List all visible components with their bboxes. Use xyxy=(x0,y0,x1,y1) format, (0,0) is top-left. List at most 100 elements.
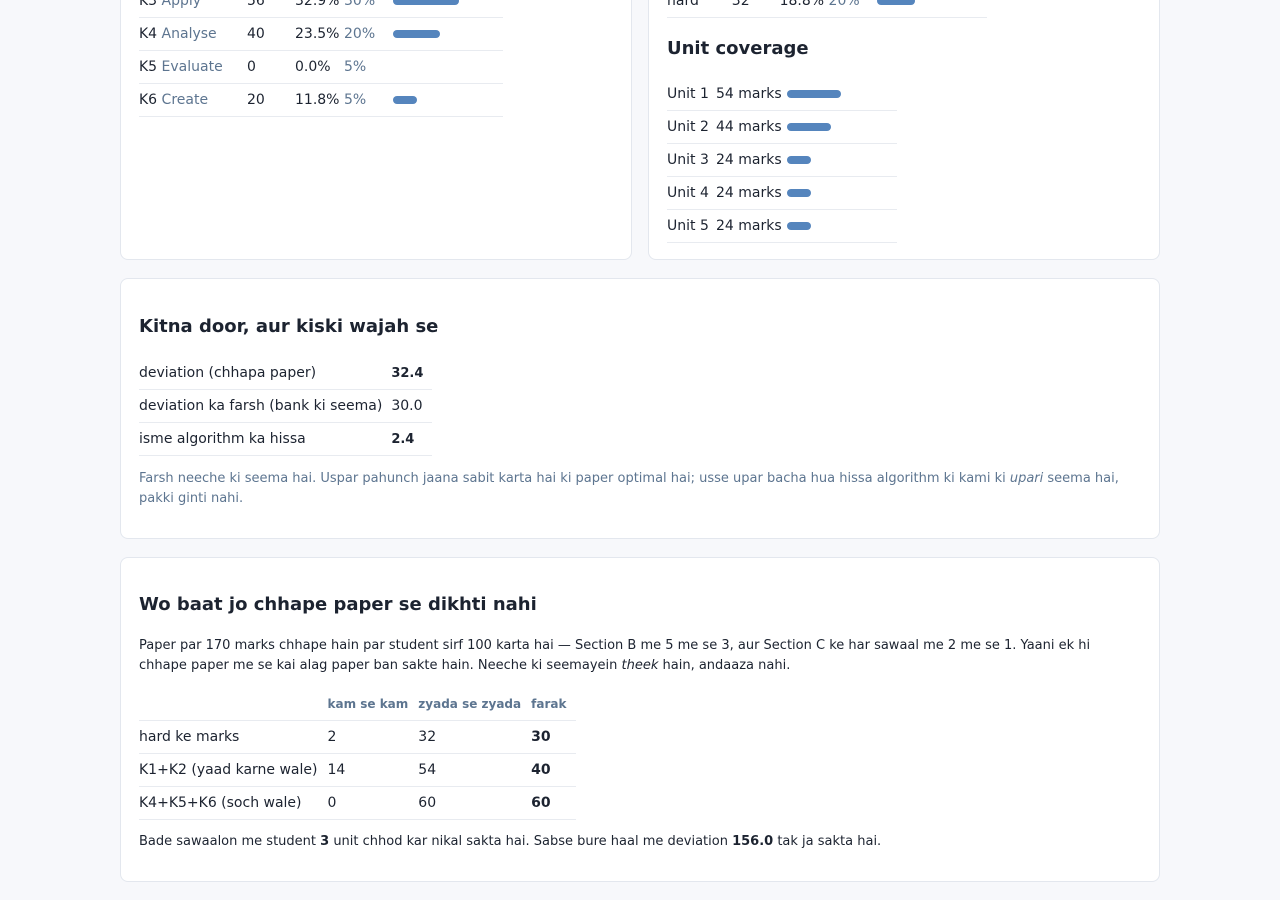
table-row: Unit 2 44 marks xyxy=(667,110,897,144)
difficulty-bar xyxy=(877,0,916,5)
level-bar xyxy=(393,30,440,38)
unit-marks: 24 marks xyxy=(716,209,787,243)
level-code: K3 xyxy=(139,0,158,9)
difficulty-coverage-card: hard 32 18.8% 20% Unit coverage Unit 1 54 ma… xyxy=(648,0,1160,260)
table-row: K5 Evaluate 0 0.0% 5% xyxy=(139,50,503,84)
bounds-max: 60 xyxy=(418,786,532,820)
knowledge-level-card: K3 Apply 56 32.9% 30% K4 Analyse 40 23.5% 20% K5… xyxy=(120,0,632,260)
level-bar-cell xyxy=(393,0,503,18)
level-target: 20% xyxy=(344,17,393,51)
deviation-value: 32.4 xyxy=(391,357,433,390)
table-row: Unit 3 24 marks xyxy=(667,143,897,177)
unit-bar xyxy=(787,90,841,98)
difficulty-target: 20% xyxy=(828,0,878,18)
unit-coverage-title: Unit coverage xyxy=(667,38,809,59)
hidden-bounds-title: Wo baat jo chhape paper se dikhti nahi xyxy=(139,594,537,615)
difficulty-label: hard xyxy=(667,0,732,18)
bounds-min: 0 xyxy=(327,786,419,820)
level-marks: 56 xyxy=(247,0,295,18)
level-target: 5% xyxy=(344,83,393,117)
deviation-label: isme algorithm ka hissa xyxy=(139,422,392,456)
unit-bar-cell xyxy=(787,110,897,144)
unit-label: Unit 4 xyxy=(667,176,716,210)
knowledge-level-table: K3 Apply 56 32.9% 30% K4 Analyse 40 23.5% 20% K5… xyxy=(139,0,503,117)
level-marks: 0 xyxy=(247,50,295,84)
bounds-label: K4+K5+K6 (soch wale) xyxy=(139,786,328,820)
bounds-table-header: kam se kam zyada se zyada farak xyxy=(139,688,577,721)
unit-bar xyxy=(787,222,811,230)
deviation-table: deviation (chhapa paper) 32.4 deviation ka… xyxy=(139,357,433,456)
unit-marks: 24 marks xyxy=(716,143,787,177)
difficulty-table: hard 32 18.8% 20% xyxy=(667,0,987,18)
level-marks: 20 xyxy=(247,83,295,117)
level-label: K4 Analyse xyxy=(139,17,247,51)
unit-bar-cell xyxy=(787,176,897,210)
column-header xyxy=(139,688,328,721)
level-marks: 40 xyxy=(247,17,295,51)
table-row: Unit 4 24 marks xyxy=(667,176,897,210)
table-row: Unit 1 54 marks xyxy=(667,78,897,111)
hidden-bounds-intro: Paper par 170 marks chhape hain par stud… xyxy=(139,638,1091,673)
level-code: K4 xyxy=(139,26,158,42)
column-header: zyada se zyada xyxy=(418,688,532,721)
table-row: K4+K5+K6 (soch wale) 0 60 60 xyxy=(139,786,577,820)
level-name: Apply xyxy=(161,0,202,9)
table-row: hard ke marks 2 32 30 xyxy=(139,720,577,754)
table-row: isme algorithm ka hissa 2.4 xyxy=(139,422,433,456)
column-header: farak xyxy=(531,688,577,721)
table-row: K4 Analyse 40 23.5% 20% xyxy=(139,17,503,51)
unit-coverage-table: Unit 1 54 marks Unit 2 44 marks Unit 3 24 mar… xyxy=(667,78,897,243)
level-name: Analyse xyxy=(161,26,217,42)
difficulty-bar-cell xyxy=(877,0,987,18)
bounds-label: K1+K2 (yaad karne wale) xyxy=(139,753,328,787)
level-code: K6 xyxy=(139,92,158,108)
level-percent: 23.5% xyxy=(295,17,344,51)
deviation-label: deviation (chhapa paper) xyxy=(139,357,392,390)
unit-label: Unit 2 xyxy=(667,110,716,144)
level-code: K5 xyxy=(139,59,158,75)
level-bar xyxy=(393,96,417,104)
level-label: K6 Create xyxy=(139,83,247,117)
level-label: K3 Apply xyxy=(139,0,247,18)
level-bar xyxy=(393,0,459,5)
level-name: Create xyxy=(161,92,209,108)
table-row: K3 Apply 56 32.9% 30% xyxy=(139,0,503,18)
table-row: deviation (chhapa paper) 32.4 xyxy=(139,357,433,390)
bounds-min: 2 xyxy=(327,720,419,754)
unit-bar xyxy=(787,189,811,197)
unit-bar-cell xyxy=(787,143,897,177)
level-target: 30% xyxy=(344,0,393,18)
bounds-max: 32 xyxy=(418,720,532,754)
bounds-table: kam se kam zyada se zyada farak hard ke ma… xyxy=(139,688,577,820)
level-percent: 0.0% xyxy=(295,50,344,84)
unit-bar-cell xyxy=(787,78,897,111)
level-target: 5% xyxy=(344,50,393,84)
unit-bar xyxy=(787,156,811,164)
unit-label: Unit 1 xyxy=(667,78,716,111)
unit-bar-cell xyxy=(787,209,897,243)
column-header: kam se kam xyxy=(327,688,419,721)
difficulty-percent: 18.8% xyxy=(779,0,829,18)
level-name: Evaluate xyxy=(161,59,223,75)
bounds-diff: 30 xyxy=(531,720,577,754)
level-percent: 11.8% xyxy=(295,83,344,117)
bounds-label: hard ke marks xyxy=(139,720,328,754)
difficulty-marks: 32 xyxy=(731,0,780,18)
table-row: deviation ka farsh (bank ki seema) 30.0 xyxy=(139,389,433,423)
deviation-card: Kitna door, aur kiski wajah se deviation… xyxy=(120,278,1160,539)
level-label: K5 Evaluate xyxy=(139,50,247,84)
bounds-min: 14 xyxy=(327,753,419,787)
deviation-label: deviation ka farsh (bank ki seema) xyxy=(139,389,392,423)
bounds-diff: 40 xyxy=(531,753,577,787)
deviation-title: Kitna door, aur kiski wajah se xyxy=(139,316,439,337)
unit-marks: 54 marks xyxy=(716,78,787,111)
table-row: K1+K2 (yaad karne wale) 14 54 40 xyxy=(139,753,577,787)
table-row: K6 Create 20 11.8% 5% xyxy=(139,83,503,117)
unit-bar xyxy=(787,123,831,131)
deviation-value: 30.0 xyxy=(391,389,433,423)
table-row: Unit 5 24 marks xyxy=(667,209,897,243)
level-bar-cell xyxy=(393,83,503,117)
deviation-value: 2.4 xyxy=(391,422,433,456)
unit-marks: 44 marks xyxy=(716,110,787,144)
hidden-bounds-footnote: Bade sawaalon me student 3 unit chhod ka… xyxy=(139,834,882,849)
